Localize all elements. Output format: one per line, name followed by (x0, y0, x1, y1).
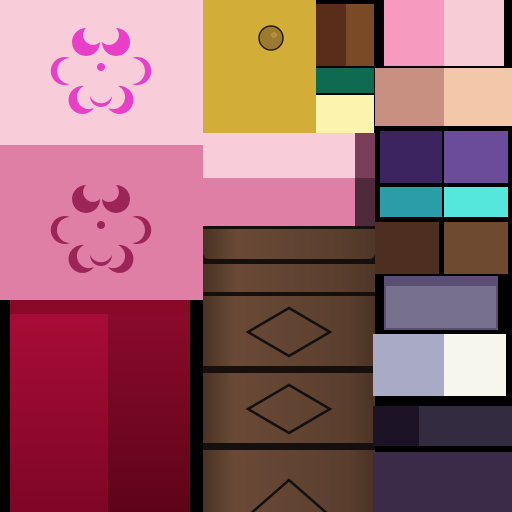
drawer-stack (203, 226, 375, 512)
drawer-1 (203, 296, 375, 366)
strip-pink-pale (203, 133, 355, 178)
swatch-brown-dark (316, 4, 346, 66)
drawer-top-plank (203, 229, 375, 259)
flower-tile-dark (0, 145, 203, 300)
round-knob-icon (258, 25, 284, 51)
swatch-skin-dark (375, 68, 444, 126)
swatch-skin-light (444, 68, 512, 126)
crimson-panel (0, 300, 203, 512)
strip-pink-mid (203, 178, 355, 226)
drawer-top-plank-2 (203, 264, 375, 292)
flower-tile-light (0, 0, 203, 145)
flower-petals-icon (50, 28, 152, 114)
swatch-violet-dark (419, 406, 512, 446)
crimson-panel-top-strip (10, 300, 190, 314)
diamond-emblem-icon (245, 383, 333, 435)
drawer-3 (203, 450, 375, 512)
swatch-purple-mid (444, 131, 508, 183)
swatch-plum-dark (373, 452, 512, 512)
crimson-panel-left (10, 314, 108, 512)
strip-plum (355, 133, 375, 178)
swatch-pink (384, 0, 444, 66)
gold-door-tile (203, 0, 316, 133)
swatch-cream (316, 95, 374, 133)
swatch-wood-dark (375, 222, 439, 274)
flower-petals-icon (50, 185, 152, 273)
swatch-wood-light (444, 222, 508, 274)
swatch-aqua (444, 187, 508, 217)
swatch-green (316, 68, 374, 93)
swatch-navy-dark (373, 406, 419, 446)
crimson-panel-right (108, 314, 190, 512)
swatch-pink-pale (444, 0, 504, 66)
swatch-grey-blue (373, 334, 444, 396)
swatch-offwhite (444, 334, 506, 396)
strip-plum-dark (355, 178, 375, 226)
diamond-emblem-icon (245, 306, 333, 358)
swatch-teal (380, 187, 442, 217)
swatch-purple-dark (380, 131, 442, 183)
drawer-2 (203, 373, 375, 443)
swatch-brown-mid (346, 4, 374, 66)
diamond-emblem-icon (250, 478, 328, 512)
swatch-lavender-grey (386, 286, 496, 328)
